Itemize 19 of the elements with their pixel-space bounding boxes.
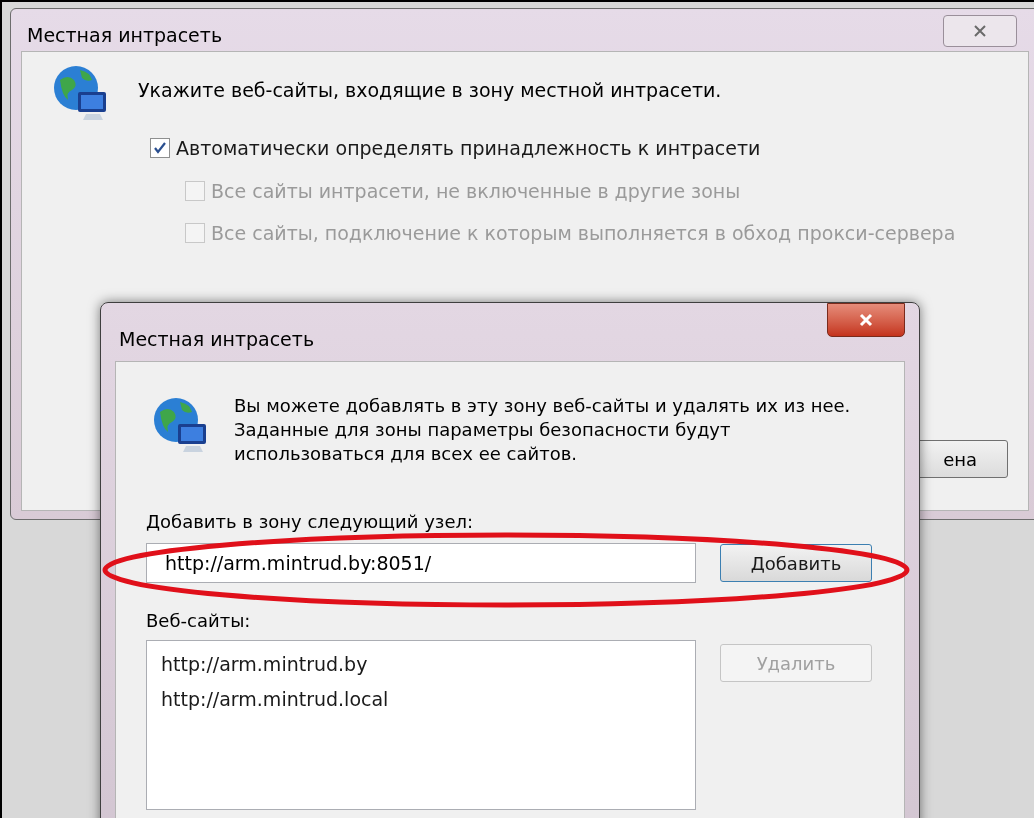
list-item[interactable]: http://arm.mintrud.by xyxy=(147,647,695,682)
close-icon xyxy=(858,312,874,328)
add-button[interactable]: Добавить xyxy=(720,544,872,582)
close-icon xyxy=(972,23,988,39)
list-label: Веб-сайты: xyxy=(146,609,252,633)
checkbox[interactable] xyxy=(150,138,170,159)
checkbox-label: Все сайты интрасети, не включенные в другие зоны xyxy=(211,178,741,204)
window-title: Местная интрасеть xyxy=(27,23,223,48)
intro-text: Укажите веб-сайты, входящие в зону местной интрасети. xyxy=(138,78,722,103)
field-label: Добавить в зону следующий узел: xyxy=(146,510,475,534)
check-icon xyxy=(153,141,167,156)
checkbox-label: Все сайты, подключение к которым выполняется в обход прокси-сервера xyxy=(211,221,956,246)
window-title: Местная интрасеть xyxy=(119,327,315,352)
list-item[interactable]: http://arm.mintrud.local xyxy=(147,681,695,716)
url-field[interactable]: http://arm.mintrud.by:8051/ xyxy=(146,543,696,583)
checkbox-label: Автоматически определять принадлежность к интрасети xyxy=(176,136,761,161)
close-button[interactable] xyxy=(943,15,1017,47)
close-button[interactable] xyxy=(827,303,905,337)
intro-text: Вы можете добавлять в эту зону веб-сайты и удалять их из нее. Заданные для зоны параметры безопасности будут использоваться для всех ее сайтов. xyxy=(234,394,852,466)
